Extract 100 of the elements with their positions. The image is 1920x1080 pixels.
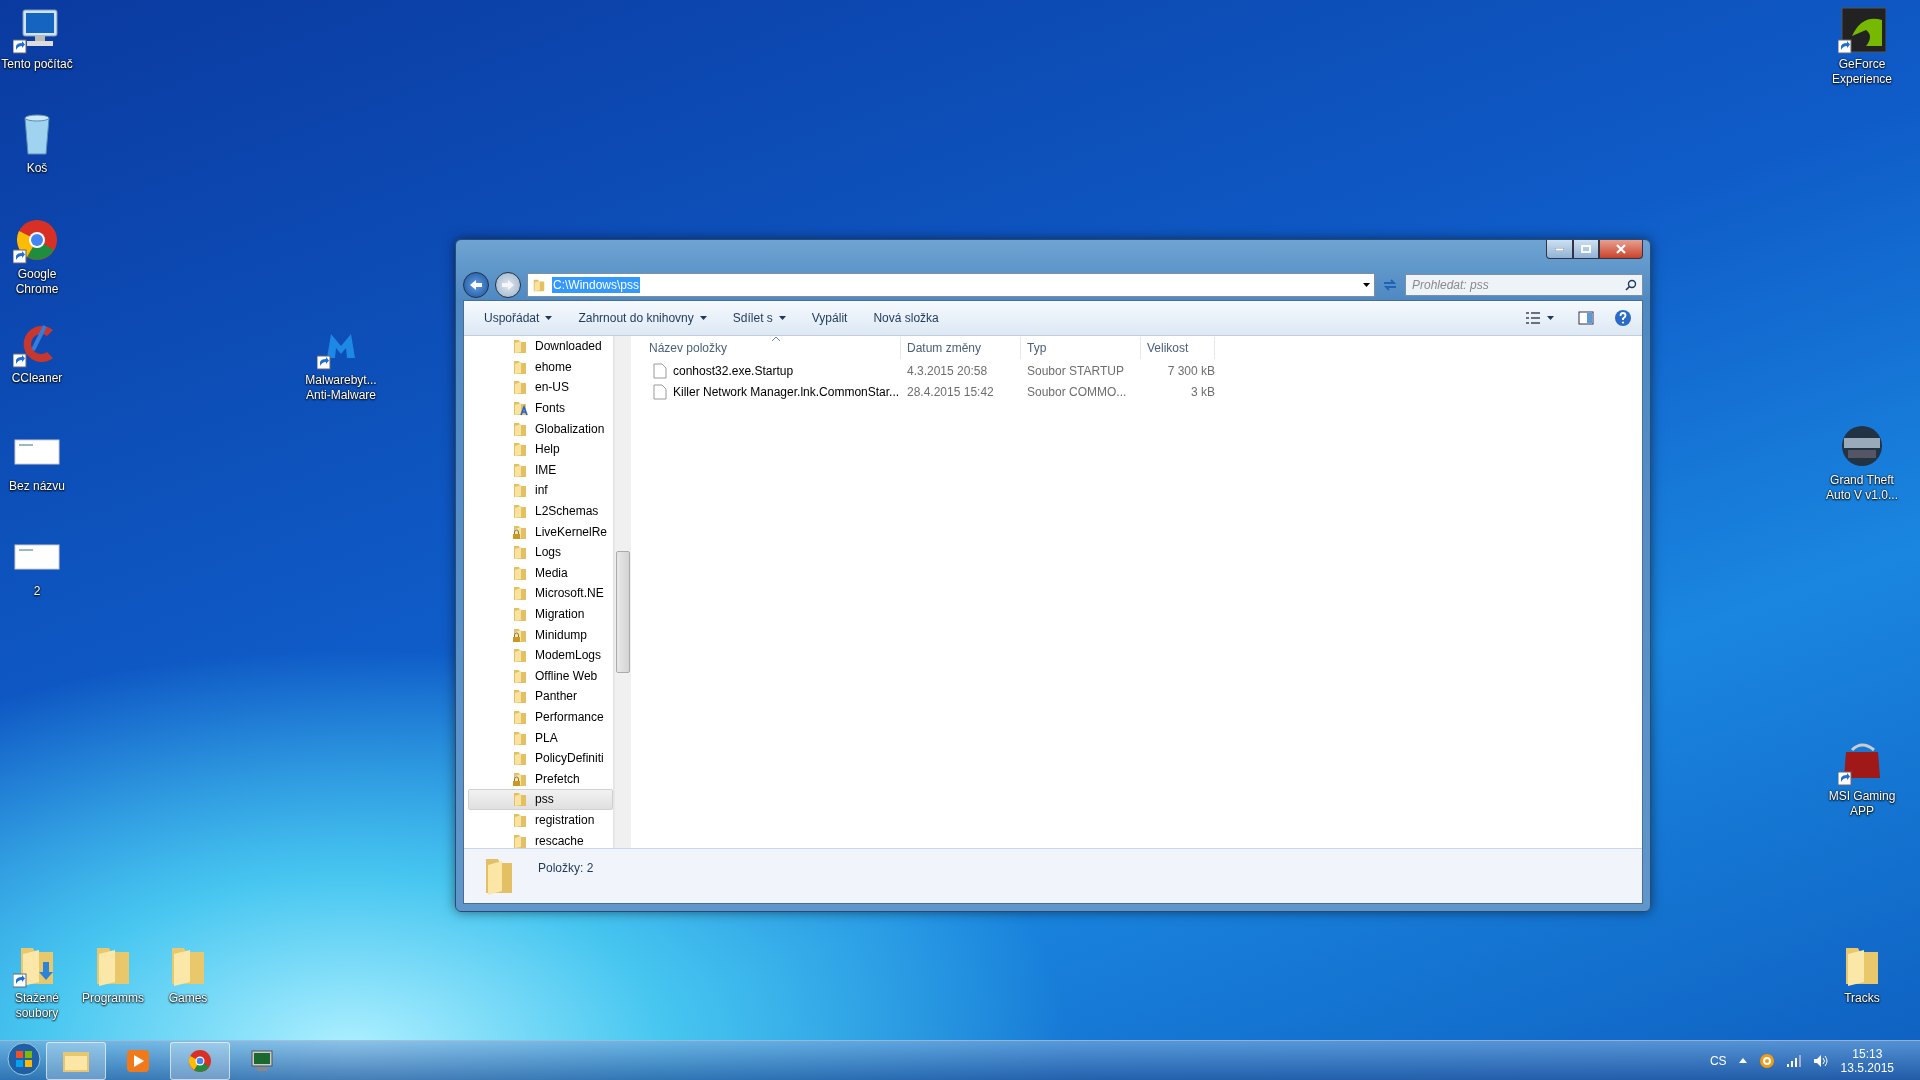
- desktop-icon-label[interactable]: Grand Theft Auto V v1.0...: [1822, 473, 1902, 503]
- type-cell-text: Soubor COMMO...: [1026, 384, 1128, 399]
- toolbar-button[interactable]: Vypálit: [801, 307, 858, 329]
- folder-tree-item[interactable]: pss: [468, 789, 613, 810]
- folder-tree-item[interactable]: LiveKernelRe: [468, 521, 613, 542]
- folder-tree-item[interactable]: Logs: [468, 541, 613, 563]
- folder-tree-item[interactable]: Downloaded: [468, 336, 613, 357]
- desktop-icon-label[interactable]: Tracks: [1822, 991, 1902, 1006]
- column-header[interactable]: Typ: [1021, 337, 1141, 359]
- locked-folder-icon: [512, 770, 528, 787]
- folder-icon: [512, 585, 528, 602]
- desktop-icon-label[interactable]: Google Chrome: [0, 267, 77, 297]
- caret-icon: [1547, 316, 1554, 320]
- back-arrow-icon: [469, 279, 483, 291]
- folder-tree-item[interactable]: PLA: [468, 727, 613, 748]
- desktop-icon-label[interactable]: MSI Gaming APP: [1822, 789, 1902, 819]
- folder-icon: [512, 544, 528, 561]
- folder-tree-item[interactable]: ModemLogs: [468, 644, 613, 666]
- caret-icon: [778, 316, 786, 320]
- language-indicator[interactable]: CS: [1709, 1053, 1727, 1068]
- file-name[interactable]: conhost32.exe.Startup: [673, 363, 794, 378]
- item-count: Položky: 2: [538, 861, 594, 875]
- toolbar-button[interactable]: Nová složka: [863, 307, 949, 329]
- folder-icon: [512, 379, 528, 396]
- toolbar-button[interactable]: Zahrnout do knihovny: [568, 307, 717, 329]
- folder-tree-item[interactable]: Globalization: [468, 418, 613, 439]
- computer-icon[interactable]: [13, 6, 61, 54]
- folder-tree-item[interactable]: IME: [468, 459, 613, 481]
- monitor-icon: [249, 1047, 275, 1074]
- file-name[interactable]: Killer Network Manager.lnk.CommonStar...: [673, 384, 900, 399]
- desktop-icon-label[interactable]: 2: [0, 584, 77, 599]
- folder-icon: [512, 338, 528, 355]
- maximize-icon: [1581, 245, 1591, 253]
- folder-tree-item[interactable]: Fonts: [468, 397, 613, 419]
- volume-icon[interactable]: [1812, 1053, 1829, 1068]
- taskbar-app[interactable]: [170, 1041, 230, 1080]
- desktop-icon-label[interactable]: GeForce Experience: [1822, 57, 1902, 87]
- help-icon[interactable]: [1614, 309, 1632, 327]
- maximize-button[interactable]: [1573, 240, 1599, 259]
- desktop-icon-label[interactable]: Tento počítač: [0, 57, 77, 72]
- folder-icon: [532, 278, 546, 292]
- folder-icon: [512, 811, 528, 828]
- column-header[interactable]: Název položky: [643, 337, 901, 359]
- toolbar-button[interactable]: Sdílet s: [722, 307, 796, 329]
- back-button[interactable]: [463, 272, 489, 298]
- desktop-icon-label[interactable]: Koš: [0, 161, 77, 176]
- folder-icon: [512, 729, 528, 746]
- close-icon: [1616, 244, 1626, 254]
- type-cell-text: Soubor STARTUP: [1026, 363, 1125, 378]
- folder-tree-item[interactable]: inf: [468, 480, 613, 501]
- column-header[interactable]: Datum změny: [901, 337, 1021, 359]
- close-button[interactable]: [1599, 240, 1643, 259]
- browser-icon: [187, 1047, 213, 1074]
- folder-icon: [512, 420, 528, 437]
- column-header[interactable]: Velikost: [1141, 337, 1215, 359]
- desktop-icon-label[interactable]: Malwarebyt... Anti-Malware: [301, 373, 381, 403]
- file-icon: [653, 362, 667, 379]
- folder-tree-item[interactable]: Help: [468, 438, 613, 460]
- folder-icon: [512, 461, 528, 478]
- minimize-button[interactable]: [1546, 240, 1573, 259]
- folder-icon: [512, 832, 528, 848]
- folder-tree-item[interactable]: Prefetch: [468, 768, 613, 790]
- folder-tree-item[interactable]: ehome: [468, 356, 613, 378]
- folder-tree-item[interactable]: Minidump: [468, 624, 613, 645]
- folder-tree-item[interactable]: registration: [468, 809, 613, 831]
- folder-icon: [512, 482, 528, 499]
- folder-tree-item[interactable]: rescache: [468, 830, 613, 848]
- desktop-icon-label[interactable]: CCleaner: [0, 371, 77, 386]
- folder-icon: [512, 667, 528, 684]
- folder-icon: [512, 647, 528, 664]
- folder-tree-item[interactable]: Media: [468, 562, 613, 584]
- clock-time[interactable]: 15:13: [1852, 1046, 1883, 1061]
- dropdown-caret-icon[interactable]: [1363, 283, 1370, 287]
- view-options-icon[interactable]: [1525, 311, 1541, 325]
- folder-icon: [512, 750, 528, 767]
- signal-icon[interactable]: [1786, 1054, 1801, 1067]
- tray-app-icon[interactable]: [1758, 1052, 1775, 1069]
- date-cell-text: 4.3.2015 20:58: [906, 363, 989, 378]
- folder-tree-item[interactable]: Panther: [468, 686, 613, 707]
- search-field[interactable]: Prohledat: pss: [1405, 274, 1643, 296]
- toolbar-button[interactable]: Uspořádat: [474, 307, 563, 329]
- folder-tree-item[interactable]: Performance: [468, 706, 613, 728]
- locked-folder-icon: [512, 523, 528, 540]
- folder-tree-item[interactable]: Offline Web: [468, 665, 613, 687]
- folder-icon: [512, 688, 528, 705]
- folder-tree-item[interactable]: Migration: [468, 603, 613, 625]
- scrollbar[interactable]: [614, 336, 631, 848]
- caret-icon: [545, 316, 553, 320]
- clock-date[interactable]: 13.5.2015: [1840, 1060, 1894, 1075]
- preview-pane-icon[interactable]: [1578, 311, 1594, 325]
- folder-tree-item[interactable]: L2Schemas: [468, 500, 613, 522]
- forward-arrow-icon: [501, 279, 515, 291]
- desktop-icon-label[interactable]: Bez názvu: [0, 479, 77, 494]
- folder-icon: [512, 564, 528, 581]
- folder-tree-item[interactable]: PolicyDefiniti: [468, 747, 613, 769]
- forward-button[interactable]: [495, 272, 521, 298]
- folder-tree-item[interactable]: Microsoft.NE: [468, 583, 613, 604]
- folder-tree-item[interactable]: en-US: [468, 377, 613, 398]
- locked-folder-icon: [512, 626, 528, 643]
- show-hidden-icons-icon[interactable]: [1738, 1058, 1747, 1063]
